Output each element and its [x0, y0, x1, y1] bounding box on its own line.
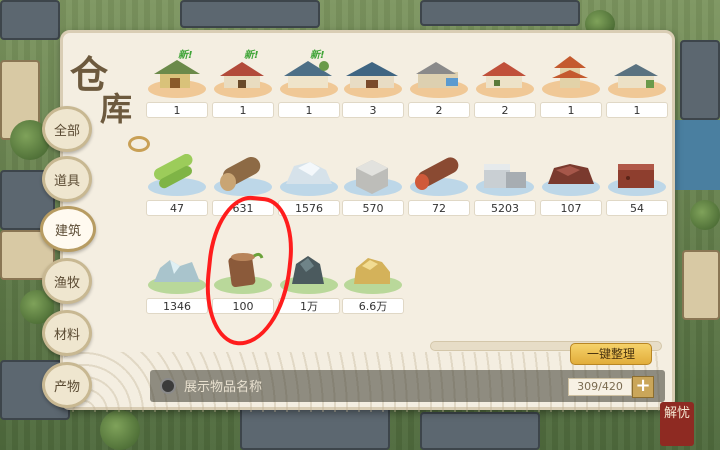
add-capacity-button[interactable]: +	[632, 376, 654, 398]
item-slot[interactable]: 5203	[472, 154, 538, 218]
red-log-icon	[415, 157, 459, 190]
tab-products[interactable]: 产物	[42, 362, 92, 408]
item-count: 2	[474, 102, 536, 118]
item-slot[interactable]: 新! 1	[210, 50, 276, 120]
item-count: 1576	[278, 200, 340, 216]
tab-label: 建筑	[54, 223, 81, 239]
new-badge: 新!	[310, 50, 325, 61]
item-count: 570	[342, 200, 404, 216]
tab-label: 渔牧	[53, 275, 80, 291]
jieyou-stamp-icon[interactable]: 解忧	[660, 402, 694, 446]
ice-rock-icon	[286, 162, 332, 184]
item-count: 6.6万	[342, 298, 404, 314]
item-count: 1346	[146, 298, 208, 314]
red-brick-icon	[618, 164, 654, 188]
tab-label: 全部	[53, 123, 80, 139]
item-slot[interactable]: 570	[340, 154, 406, 218]
item-count: 107	[540, 200, 602, 216]
tab-label: 产物	[53, 379, 80, 395]
item-slot[interactable]: 6.6万	[340, 252, 406, 316]
item-count: 2	[408, 102, 470, 118]
knot-ornament-icon	[128, 136, 150, 152]
crystal-rock-icon	[154, 260, 200, 282]
tab-label: 材料	[53, 327, 80, 343]
item-count: 3	[342, 102, 404, 118]
item-count: 72	[408, 200, 470, 216]
item-slot[interactable]: 3	[340, 56, 406, 120]
item-count: 1	[146, 102, 208, 118]
log-icon	[220, 156, 261, 191]
item-count: 1	[540, 102, 602, 118]
blue-hall-building-icon	[346, 62, 398, 88]
item-slot[interactable]: 新! 1	[144, 50, 210, 120]
show-names-toggle[interactable]	[160, 377, 176, 394]
red-roof-house-icon	[482, 62, 526, 88]
item-slot[interactable]: 107	[538, 154, 604, 218]
item-slot[interactable]: 47	[144, 154, 210, 218]
item-count: 1	[278, 102, 340, 118]
stone-bricks-icon	[484, 164, 526, 188]
item-count: 1万	[278, 298, 340, 314]
tab-label: 道具	[53, 173, 80, 189]
new-badge: 新!	[178, 50, 193, 61]
item-slot[interactable]: 新! 1	[276, 50, 342, 120]
tab-fishing-herding[interactable]: 渔牧	[42, 258, 92, 304]
pavilion-building-icon	[154, 60, 200, 88]
new-badge: 新!	[244, 50, 259, 61]
item-slot[interactable]: 54	[604, 154, 670, 218]
sort-all-button[interactable]: 一键整理	[570, 343, 652, 365]
item-slot[interactable]: 72	[406, 154, 472, 218]
tab-items[interactable]: 道具	[42, 156, 92, 202]
item-slot[interactable]: 2	[406, 56, 472, 120]
item-slot[interactable]: 1346	[144, 252, 210, 316]
item-count: 1	[212, 102, 274, 118]
stone-block-icon	[356, 160, 388, 194]
item-slot[interactable]: 2	[472, 56, 538, 120]
red-ore-icon	[548, 164, 594, 184]
item-count: 5203	[474, 200, 536, 216]
red-house-building-icon	[220, 62, 264, 88]
gold-ore-icon	[354, 258, 390, 284]
tab-buildings[interactable]: 建筑	[40, 206, 96, 252]
capacity-counter: 309/420	[568, 378, 632, 396]
item-slot[interactable]: 1576	[276, 154, 342, 218]
item-slot[interactable]: 1	[604, 56, 670, 120]
courtyard-building-icon	[416, 62, 458, 88]
tab-all[interactable]: 全部	[42, 106, 92, 152]
item-count: 54	[606, 200, 668, 216]
tab-materials[interactable]: 材料	[42, 310, 92, 356]
title-char-ku: 库	[100, 90, 133, 128]
show-names-label: 展示物品名称	[184, 380, 263, 395]
item-count: 1	[606, 102, 668, 118]
item-slot[interactable]: 1	[538, 56, 604, 120]
bamboo-icon	[154, 154, 193, 189]
blue-roof-house-icon	[284, 61, 332, 88]
tower-building-icon	[552, 56, 588, 88]
small-house-building-icon	[614, 64, 658, 88]
item-count: 47	[146, 200, 208, 216]
show-names-toggle-row[interactable]: 展示物品名称	[160, 376, 262, 395]
